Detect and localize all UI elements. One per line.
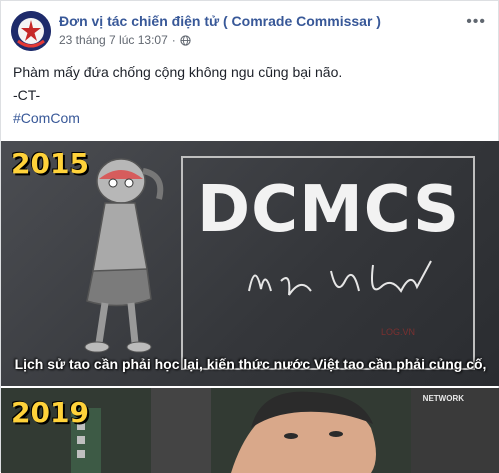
page-name-link[interactable]: Đơn vị tác chiến điện tử ( Comrade Commi… bbox=[59, 13, 381, 29]
meme-panel-2015[interactable]: 2015 DCMCS LOG.VN Lịch sử tao cần phải h… bbox=[1, 141, 499, 386]
post-text-line-2: -CT- bbox=[13, 87, 41, 103]
network-logo: NETWORK bbox=[422, 394, 464, 403]
hashtag-link[interactable]: #ComCom bbox=[13, 110, 80, 126]
post-text-line-1: Phàm mấy đứa chống cộng không ngu cũng b… bbox=[13, 64, 343, 80]
more-options-icon[interactable]: ••• bbox=[466, 13, 486, 31]
meme-panel-2019[interactable]: 2019 NETWORK bbox=[1, 388, 499, 473]
post-meta: 23 tháng 7 lúc 13:07 · bbox=[59, 33, 191, 47]
emblem-icon bbox=[11, 11, 51, 51]
year-label-2019: 2019 bbox=[11, 396, 89, 429]
cartoon-figure bbox=[84, 158, 164, 353]
video-subtitle: Lịch sử tao cần phải học lại, kiến thức … bbox=[14, 356, 487, 372]
facebook-post: Đơn vị tác chiến điện tử ( Comrade Commi… bbox=[0, 0, 499, 473]
show-title: DCMCS bbox=[197, 173, 461, 247]
post-timestamp[interactable]: 23 tháng 7 lúc 13:07 bbox=[59, 33, 168, 47]
globe-icon[interactable] bbox=[180, 34, 191, 46]
signature-script bbox=[248, 260, 432, 299]
page-avatar[interactable] bbox=[11, 11, 51, 51]
watermark: LOG.VN bbox=[381, 327, 416, 337]
